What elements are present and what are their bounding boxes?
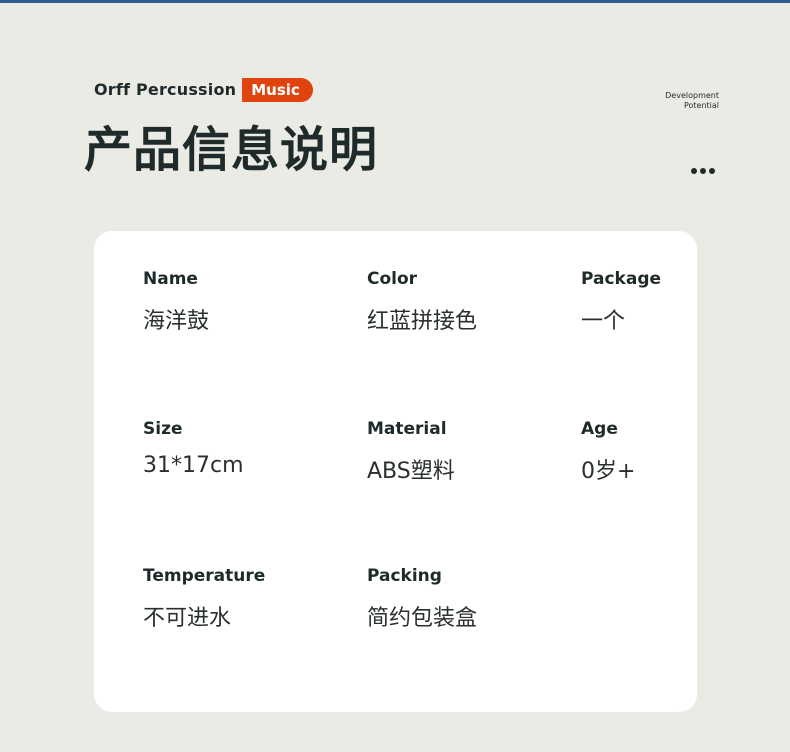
dot <box>700 168 706 174</box>
spec-value: 一个 <box>581 309 626 334</box>
spec-size: Size 31*17cm <box>143 419 244 478</box>
spec-label: Name <box>143 269 198 289</box>
top-accent-line <box>0 0 790 3</box>
spec-temperature: Temperature 不可进水 <box>143 566 265 632</box>
spec-value: 海洋鼓 <box>143 309 210 334</box>
brand-badge: Music <box>242 77 313 102</box>
spec-label: Size <box>143 419 183 439</box>
note-line-2: Potential <box>683 101 719 110</box>
spec-label: Packing <box>367 566 442 586</box>
product-info-card: Name 海洋鼓 Color 红蓝拼接色 Package 一个 Size 31*… <box>94 231 697 712</box>
development-potential-note: Development Potential <box>665 91 719 111</box>
spec-value: 简约包装盒 <box>367 606 478 631</box>
brand-name: Orff Percussion <box>94 80 237 99</box>
page-title: 产品信息说明 <box>84 122 379 178</box>
more-dots-icon[interactable] <box>691 167 719 175</box>
spec-name: Name 海洋鼓 <box>143 269 209 335</box>
spec-value: 不可进水 <box>143 606 232 631</box>
spec-value: 红蓝拼接色 <box>367 309 478 334</box>
spec-age: Age 0岁+ <box>581 419 635 485</box>
spec-label: Package <box>581 269 662 289</box>
dot <box>691 168 697 174</box>
spec-label: Color <box>367 269 418 289</box>
spec-label: Temperature <box>143 566 266 586</box>
note-line-1: Development <box>665 91 719 100</box>
spec-value: 31*17cm <box>143 453 244 478</box>
dot <box>709 168 715 174</box>
spec-package: Package 一个 <box>581 269 661 335</box>
spec-label: Material <box>367 419 447 439</box>
spec-material: Material ABS塑料 <box>367 419 455 485</box>
spec-packing: Packing 简约包装盒 <box>367 566 477 632</box>
spec-value: ABS塑料 <box>367 459 455 484</box>
brand-header: Orff Percussion Music <box>94 77 313 102</box>
spec-color: Color 红蓝拼接色 <box>367 269 477 335</box>
spec-label: Age <box>581 419 618 439</box>
spec-value: 0岁+ <box>581 459 636 484</box>
